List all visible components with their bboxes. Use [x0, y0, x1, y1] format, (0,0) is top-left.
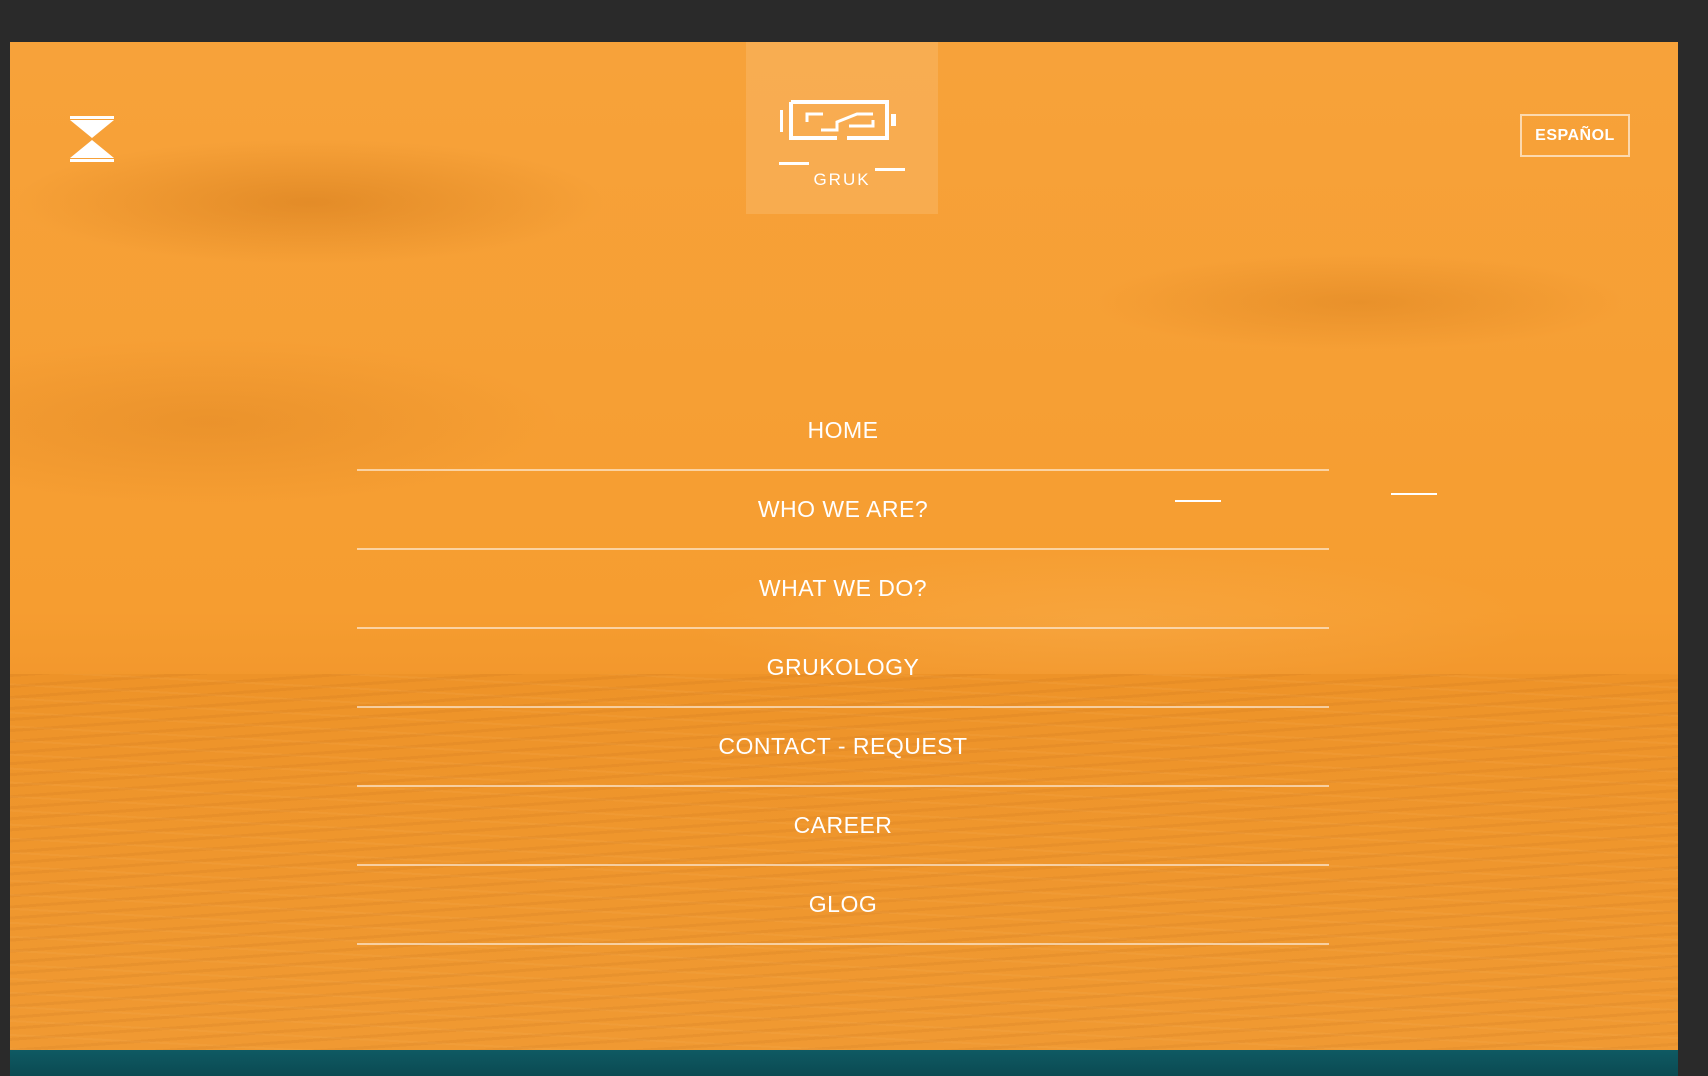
menu-item-label: GLOG: [808, 891, 878, 917]
menu-item-grukology[interactable]: GRUKOLOGY: [357, 629, 1329, 708]
menu-item-contact-request[interactable]: CONTACT - REQUEST: [357, 708, 1329, 787]
menu-item-glog[interactable]: GLOG: [357, 866, 1329, 945]
active-indicator-top: [1174, 499, 1221, 502]
logo[interactable]: GRUK: [746, 42, 938, 214]
menu-item-label: HOME: [807, 417, 879, 443]
main-navigation: HOME WHO WE ARE? WHAT WE DO? GRUKOLOGY C…: [357, 392, 1438, 945]
menu-item-label: CAREER: [793, 812, 893, 838]
menu-overlay: GRUK ESPAÑOL HOME WHO WE ARE? WHAT WE DO…: [10, 42, 1678, 1076]
menu-item-what-we-do[interactable]: WHAT WE DO?: [357, 550, 1329, 629]
footer-band: [10, 1050, 1678, 1076]
menu-item-label: CONTACT - REQUEST: [718, 733, 968, 759]
menu-item-home[interactable]: HOME: [357, 392, 1329, 471]
active-indicator-bottom: [1391, 492, 1438, 495]
menu-item-label: WHO WE ARE?: [757, 496, 929, 522]
logo-text: GRUK: [813, 170, 871, 189]
menu-item-who-we-are[interactable]: WHO WE ARE?: [357, 471, 1438, 550]
language-button[interactable]: ESPAÑOL: [1520, 114, 1630, 157]
menu-item-label: WHAT WE DO?: [758, 575, 928, 601]
menu-item-label: GRUKOLOGY: [766, 654, 920, 680]
menu-item-career[interactable]: CAREER: [357, 787, 1329, 866]
hourglass-menu-icon[interactable]: [68, 116, 116, 162]
